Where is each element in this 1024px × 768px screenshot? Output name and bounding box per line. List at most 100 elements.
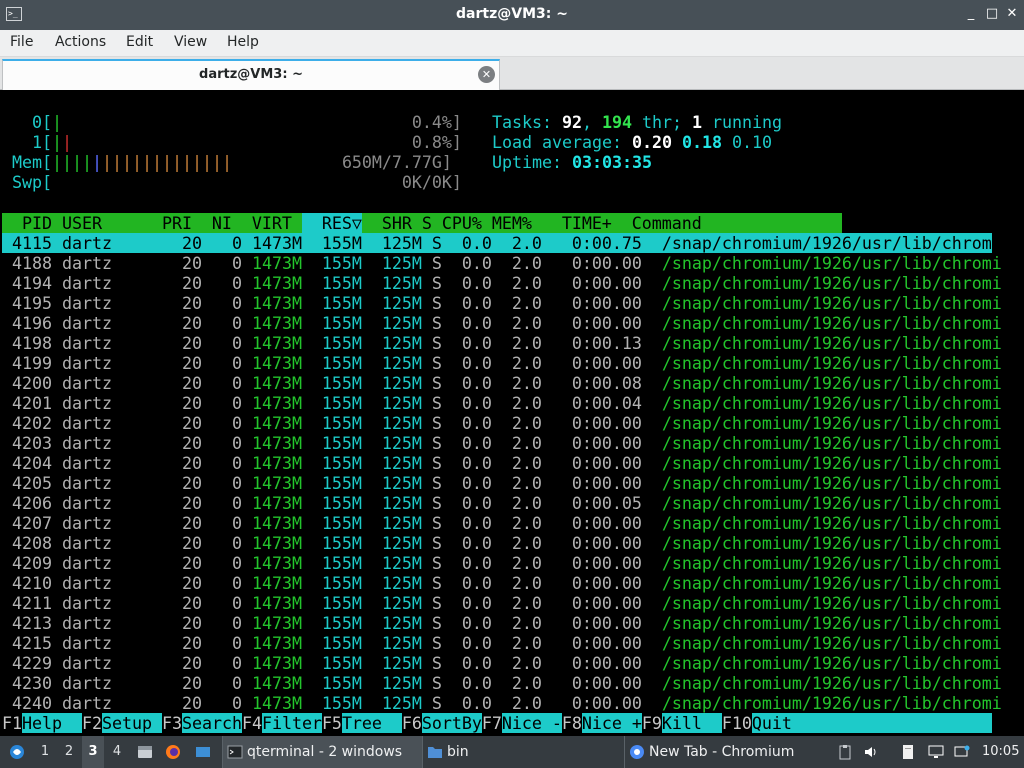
display-tray[interactable] [926,736,946,768]
volume-tray[interactable] [862,736,880,768]
process-row[interactable]: 4215 dartz 20 0 1473M 155M 125M S 0.0 2.… [2,633,1002,653]
firefox-launcher[interactable] [160,736,186,768]
cell-ni: 0 [201,633,242,653]
fkey-f7[interactable]: F7 [481,713,502,733]
cell-res: 155M [311,293,362,313]
terminal-tab[interactable]: dartz@VM3: ~ ✕ [2,59,500,90]
cell-user: dartz [61,293,152,313]
maximize-button[interactable]: □ [983,5,1001,23]
fkey-f3[interactable]: F3 [161,713,182,733]
fkey-label[interactable]: Search [182,713,242,733]
task-bin[interactable]: bin [422,736,622,768]
minimize-button[interactable]: _ [962,5,980,23]
menu-edit[interactable]: Edit [126,34,153,50]
fkey-label[interactable]: Tree [342,713,402,733]
fkey-label[interactable]: Quit [752,713,792,733]
process-row[interactable]: 4206 dartz 20 0 1473M 155M 125M S 0.0 2.… [2,493,1002,513]
lxqt-logo-icon [10,745,24,759]
fkey-f4[interactable]: F4 [241,713,262,733]
clock[interactable]: 10:05 [982,736,1022,768]
process-row[interactable]: 4196 dartz 20 0 1473M 155M 125M S 0.0 2.… [2,313,1002,333]
cell-cpu: 0.0 [451,433,492,453]
load-average: Load average: 0.20 0.18 0.10 [492,132,772,152]
cell-cmd: /snap/chromium/1926/usr/lib/chromi [661,493,1002,513]
cell-shr: 125M [371,473,422,493]
cell-res: 155M [311,373,362,393]
window-titlebar[interactable]: >_ dartz@VM3: ~ _ □ ✕ [0,0,1024,30]
terminal-view[interactable]: 0[| 0.4%] 1[|| 0.8%] Mem[|||||||||||||||… [0,91,1024,734]
fkey-f1[interactable]: F1 [2,713,22,733]
menu-view[interactable]: View [174,34,207,50]
cell-pid: 4240 [2,693,52,713]
fkey-label[interactable]: SortBy [422,713,482,733]
cell-ni: 0 [201,373,242,393]
fkey-label[interactable]: Nice - [502,713,562,733]
cell-cpu: 0.0 [451,413,492,433]
cell-cpu: 0.0 [451,453,492,473]
task-qterminal[interactable]: qterminal - 2 windows [222,736,422,768]
process-row[interactable]: 4211 dartz 20 0 1473M 155M 125M S 0.0 2.… [2,593,1002,613]
fkey-f8[interactable]: F8 [561,713,582,733]
fkey-label[interactable]: Nice + [582,713,642,733]
process-row[interactable]: 4195 dartz 20 0 1473M 155M 125M S 0.0 2.… [2,293,1002,313]
cell-res: 155M [311,453,362,473]
process-row[interactable]: 4240 dartz 20 0 1473M 155M 125M S 0.0 2.… [2,693,1002,713]
menu-actions[interactable]: Actions [55,34,106,50]
process-row[interactable]: 4213 dartz 20 0 1473M 155M 125M S 0.0 2.… [2,613,1002,633]
fkey-f5[interactable]: F5 [321,713,342,733]
cell-ni: 0 [201,553,242,573]
process-row[interactable]: 4200 dartz 20 0 1473M 155M 125M S 0.0 2.… [2,373,1002,393]
fkey-label[interactable]: Help [22,713,82,733]
process-row[interactable]: 4202 dartz 20 0 1473M 155M 125M S 0.0 2.… [2,413,1002,433]
process-row[interactable]: 4188 dartz 20 0 1473M 155M 125M S 0.0 2.… [2,253,1002,273]
task-chromium[interactable]: New Tab - Chromium [624,736,829,768]
process-row[interactable]: 4208 dartz 20 0 1473M 155M 125M S 0.0 2.… [2,533,1002,553]
tasks-summary: Tasks: 92, 194 thr; 1 running [492,112,782,132]
close-tab-icon[interactable]: ✕ [478,66,495,83]
desktop-icon [196,747,210,757]
menu-file[interactable]: File [10,34,33,50]
process-row[interactable]: 4198 dartz 20 0 1473M 155M 125M S 0.0 2.… [2,333,1002,353]
cell-pri: 20 [151,433,202,453]
notes-tray[interactable] [898,736,918,768]
process-row[interactable]: 4207 dartz 20 0 1473M 155M 125M S 0.0 2.… [2,513,1002,533]
process-row[interactable]: 4210 dartz 20 0 1473M 155M 125M S 0.0 2.… [2,573,1002,593]
cell-cmd: /snap/chromium/1926/usr/lib/chromi [661,573,1002,593]
cell-virt: 1473M [251,673,302,693]
workspace-3[interactable]: 3 [82,736,104,768]
workspace-1[interactable]: 1 [34,736,56,768]
process-row[interactable]: 4230 dartz 20 0 1473M 155M 125M S 0.0 2.… [2,673,1002,693]
cell-mem: 2.0 [501,553,542,573]
start-menu-button[interactable] [4,736,30,768]
process-row[interactable]: 4199 dartz 20 0 1473M 155M 125M S 0.0 2.… [2,353,1002,373]
workspace-2[interactable]: 2 [58,736,80,768]
clipboard-tray[interactable] [836,736,854,768]
cell-ni: 0 [201,653,242,673]
process-row[interactable]: 4194 dartz 20 0 1473M 155M 125M S 0.0 2.… [2,273,1002,293]
fkey-label[interactable]: Filter [262,713,322,733]
process-row[interactable]: 4205 dartz 20 0 1473M 155M 125M S 0.0 2.… [2,473,1002,493]
fkey-f9[interactable]: F9 [641,713,662,733]
cell-cmd: /snap/chromium/1926/usr/lib/chromi [661,593,1002,613]
close-window-button[interactable]: ✕ [1003,5,1021,23]
network-tray[interactable] [952,736,972,768]
process-table-header[interactable]: PID USER PRI NI VIRT RES▽ SHR S CPU% MEM… [2,213,842,233]
file-manager-launcher[interactable] [132,736,158,768]
process-row[interactable]: 4201 dartz 20 0 1473M 155M 125M S 0.0 2.… [2,393,1002,413]
process-row[interactable]: 4204 dartz 20 0 1473M 155M 125M S 0.0 2.… [2,453,1002,473]
fkey-label[interactable]: Kill [662,713,722,733]
process-row[interactable]: 4115 dartz 20 0 1473M 155M 125M S 0.0 2.… [2,233,1002,253]
workspace-4[interactable]: 4 [106,736,128,768]
process-row[interactable]: 4229 dartz 20 0 1473M 155M 125M S 0.0 2.… [2,653,1002,673]
fkey-f2[interactable]: F2 [81,713,102,733]
menu-help[interactable]: Help [227,34,259,50]
fkey-f10[interactable]: F10 [721,713,752,733]
show-desktop-button[interactable] [190,736,216,768]
cell-s: S [431,533,442,553]
task-bin-label: bin [447,744,469,760]
process-row[interactable]: 4203 dartz 20 0 1473M 155M 125M S 0.0 2.… [2,433,1002,453]
fkey-f6[interactable]: F6 [401,713,422,733]
process-row[interactable]: 4209 dartz 20 0 1473M 155M 125M S 0.0 2.… [2,553,1002,573]
fkey-label[interactable]: Setup [102,713,162,733]
cell-shr: 125M [371,493,422,513]
